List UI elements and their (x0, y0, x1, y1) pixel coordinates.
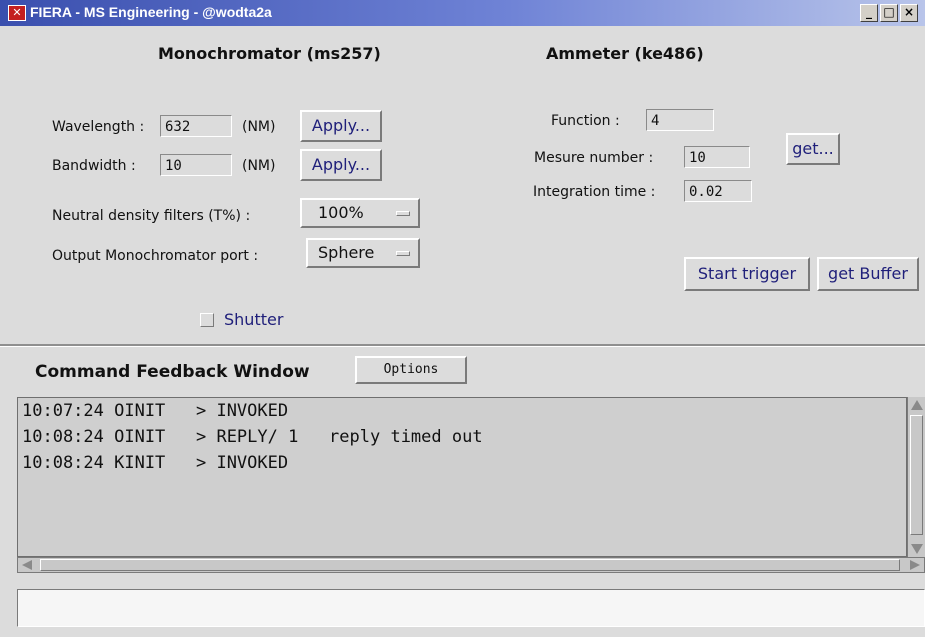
close-button[interactable]: × (900, 4, 918, 22)
wavelength-field[interactable]: 632 (160, 115, 232, 137)
scroll-right-arrow-icon[interactable] (910, 560, 920, 570)
bandwidth-unit: (NM) (242, 158, 276, 174)
minimize-button[interactable]: _ (860, 4, 878, 22)
neutral-density-dropdown[interactable]: 100% (300, 198, 420, 228)
shutter-checkbox[interactable] (200, 313, 214, 327)
wavelength-unit: (NM) (242, 119, 276, 135)
vertical-scroll-thumb[interactable] (910, 415, 923, 535)
command-input[interactable] (17, 589, 925, 627)
scroll-down-arrow-icon[interactable] (911, 544, 923, 554)
get-buffer-button[interactable]: get Buffer (817, 257, 919, 291)
dropdown-indicator-icon (396, 211, 410, 216)
integration-time-field[interactable]: 0.02 (684, 180, 752, 202)
maximize-button[interactable]: □ (880, 4, 898, 22)
bandwidth-label: Bandwidth : (52, 158, 136, 174)
window-title: FIERA - MS Engineering - @wodta2a (30, 4, 272, 20)
get-button[interactable]: get... (786, 133, 840, 165)
function-label: Function : (551, 113, 620, 129)
section-divider (0, 344, 925, 347)
dropdown-indicator-icon (396, 251, 410, 256)
wavelength-label: Wavelength : (52, 119, 145, 135)
mesure-number-field[interactable]: 10 (684, 146, 750, 168)
scroll-up-arrow-icon[interactable] (911, 400, 923, 410)
options-button[interactable]: Options (355, 356, 467, 384)
scroll-left-arrow-icon[interactable] (22, 560, 32, 570)
function-field[interactable]: 4 (646, 109, 714, 131)
shutter-label[interactable]: Shutter (224, 310, 283, 329)
log-line: 10:08:24 KINIT > INVOKED (22, 453, 289, 473)
output-port-value: Sphere (318, 243, 375, 262)
log-line: 10:08:24 OINIT > REPLY/ 1 reply timed ou… (22, 427, 483, 447)
vertical-scrollbar[interactable] (907, 397, 925, 557)
start-trigger-button[interactable]: Start trigger (684, 257, 810, 291)
neutral-density-label: Neutral density filters (T%) : (52, 208, 251, 224)
log-line: 10:07:24 OINIT > INVOKED (22, 401, 289, 421)
x-logo-icon: ✕ (8, 5, 26, 21)
output-port-label: Output Monochromator port : (52, 248, 259, 264)
output-port-dropdown[interactable]: Sphere (306, 238, 420, 268)
title-bar[interactable]: ✕ FIERA - MS Engineering - @wodta2a _ □ … (0, 0, 925, 26)
ammeter-title: Ammeter (ke486) (546, 44, 704, 63)
monochromator-title: Monochromator (ms257) (158, 44, 381, 63)
apply-bandwidth-button[interactable]: Apply... (300, 149, 382, 181)
mesure-number-label: Mesure number : (534, 150, 654, 166)
horizontal-scroll-thumb[interactable] (40, 559, 900, 571)
neutral-density-value: 100% (318, 203, 364, 222)
bandwidth-field[interactable]: 10 (160, 154, 232, 176)
command-feedback-title: Command Feedback Window (35, 362, 310, 382)
command-feedback-log: 10:07:24 OINIT > INVOKED 10:08:24 OINIT … (17, 397, 907, 557)
horizontal-scrollbar[interactable] (17, 557, 925, 573)
apply-wavelength-button[interactable]: Apply... (300, 110, 382, 142)
integration-time-label: Integration time : (533, 184, 656, 200)
